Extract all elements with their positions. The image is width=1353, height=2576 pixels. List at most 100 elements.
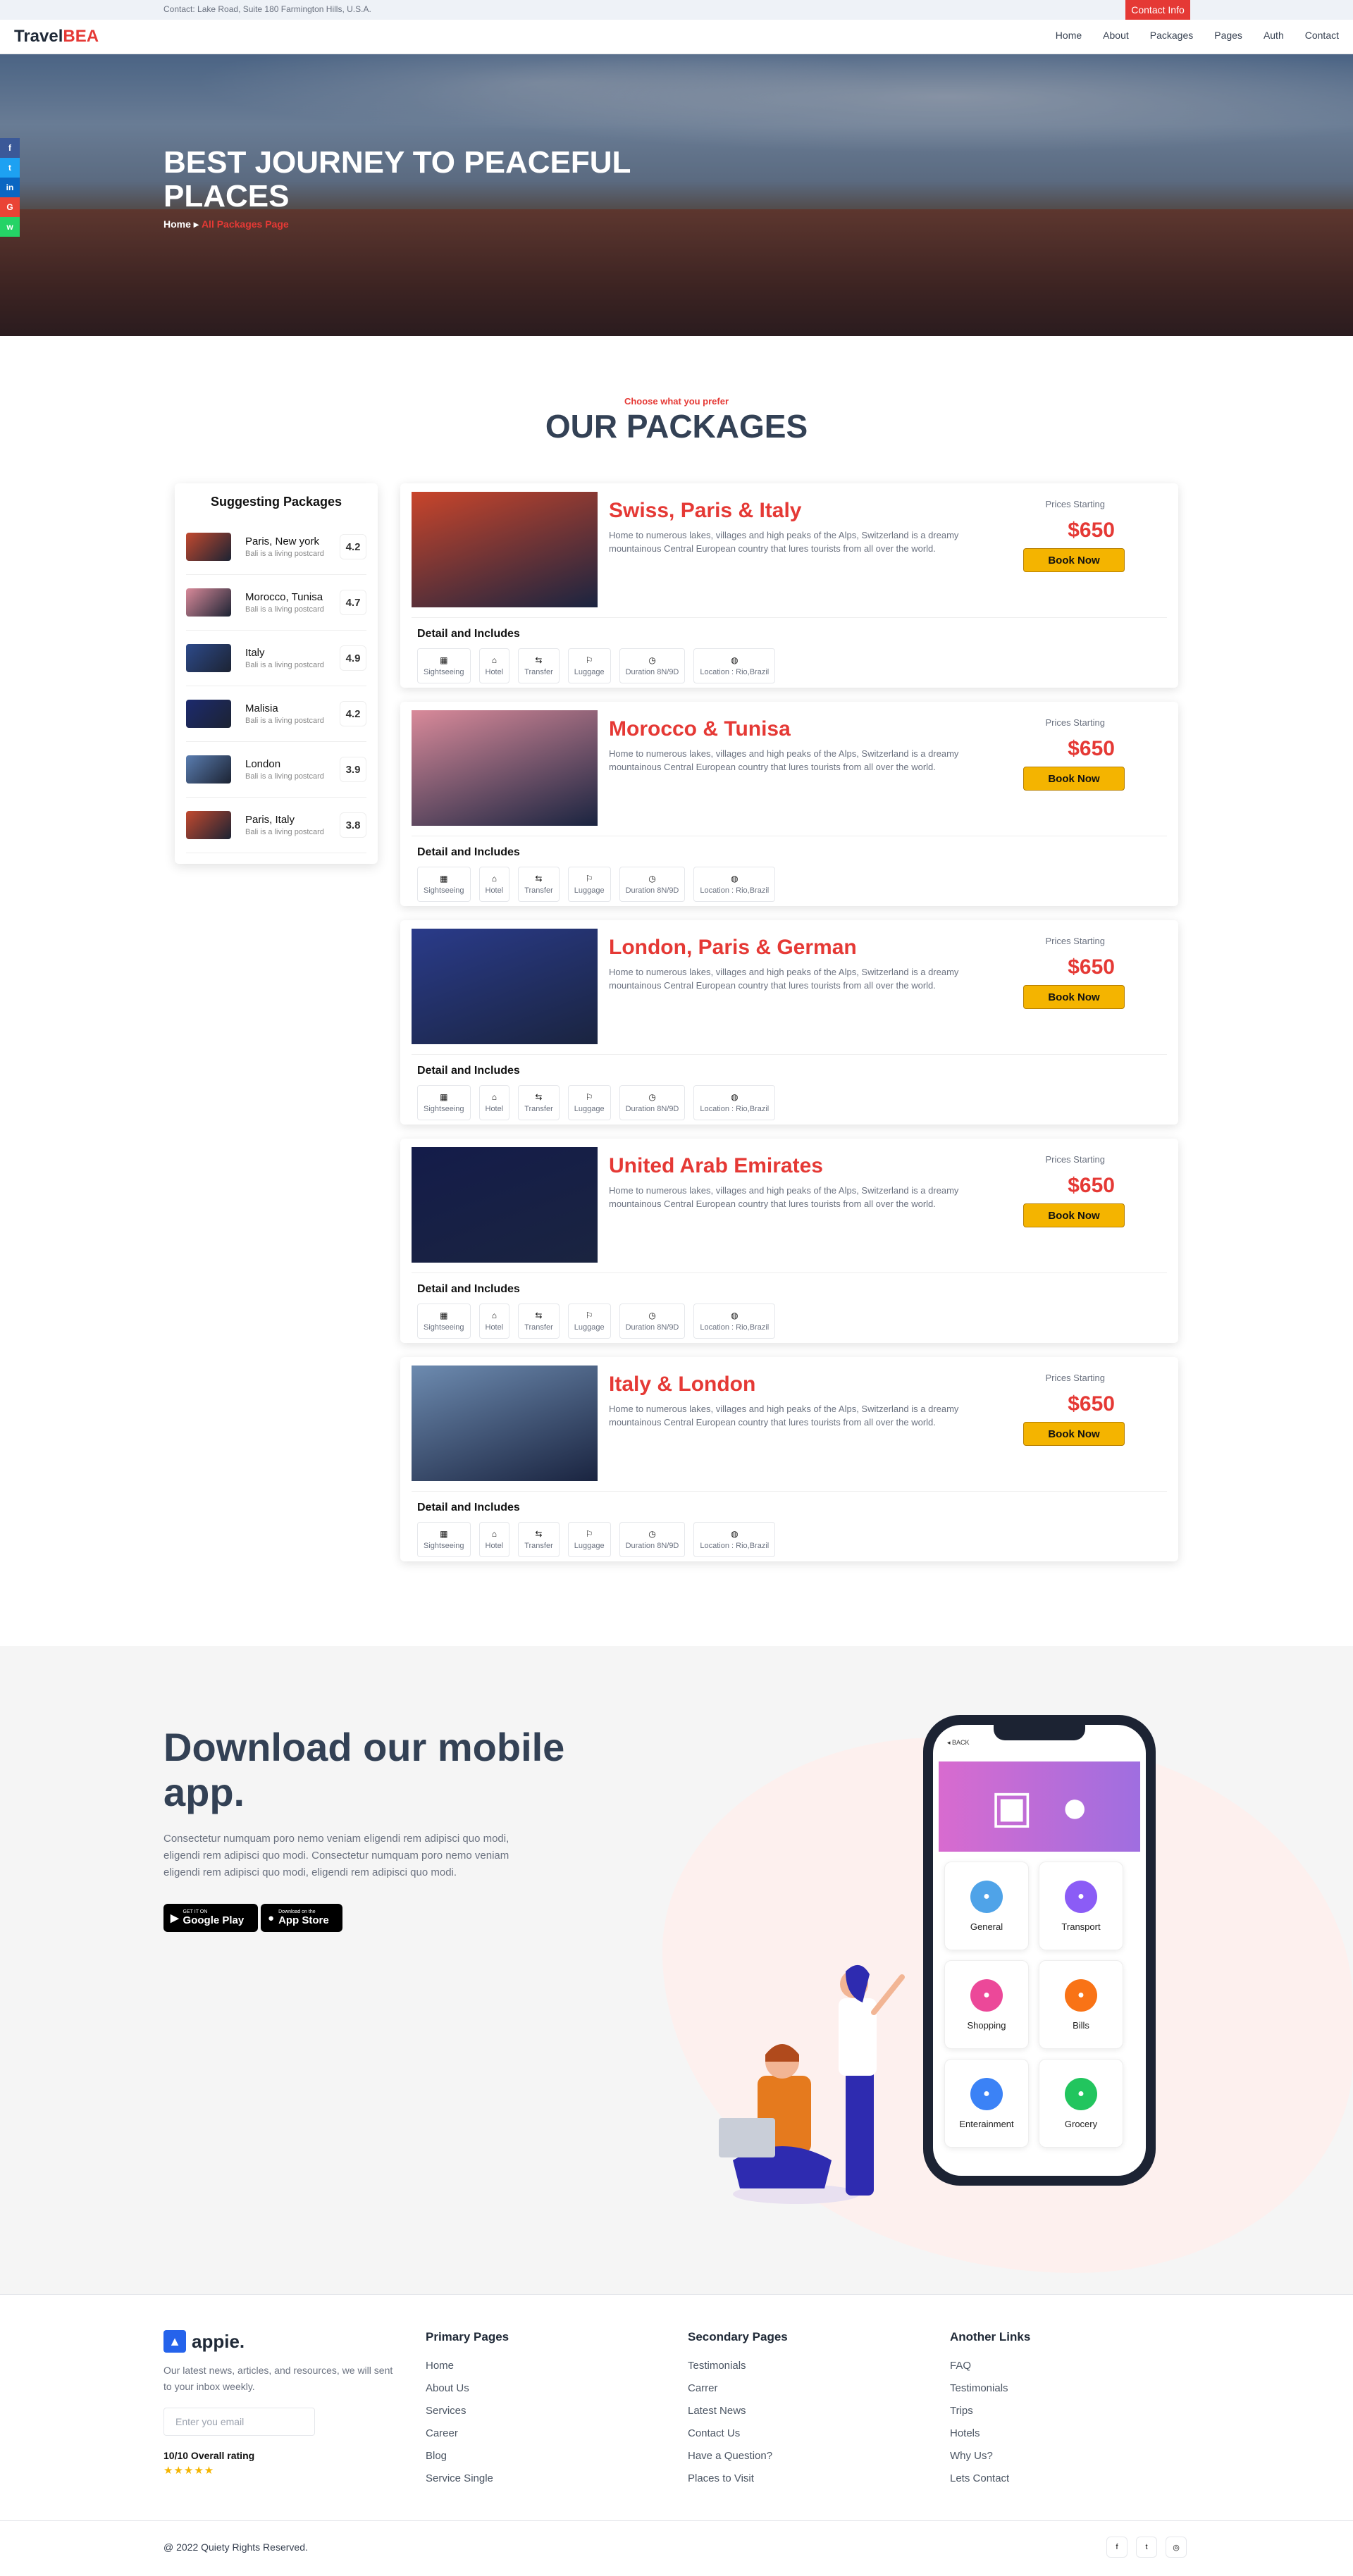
feature-label: Hotel [485, 1105, 504, 1113]
nav-contact[interactable]: Contact [1305, 30, 1339, 41]
price-label: Prices Starting [1045, 936, 1105, 946]
footer-link[interactable]: Latest News [688, 2405, 788, 2427]
sidebar-package-item[interactable]: Italy Bali is a living postcard 4.9 [186, 631, 366, 686]
package-name: Paris, New york [245, 535, 320, 547]
suggesting-packages-panel: Suggesting Packages Paris, New york Bali … [175, 483, 378, 864]
package-price: $650 [1068, 1392, 1115, 1416]
card-divider [412, 1491, 1167, 1492]
book-now-button[interactable]: Book Now [1023, 985, 1125, 1009]
book-now-button[interactable]: Book Now [1023, 1422, 1125, 1446]
feature-label: Hotel [485, 668, 504, 676]
footer-link[interactable]: Testimonials [950, 2382, 1030, 2405]
footer-link[interactable]: Contact Us [688, 2427, 788, 2450]
footer-link[interactable]: Services [426, 2405, 509, 2427]
phone-screen: ◂ BACK ▣ ● ● General ● Transport ● Shopping ● B… [933, 1725, 1146, 2176]
globe-icon: ◍ [731, 1092, 739, 1102]
footer-link[interactable]: Why Us? [950, 2450, 1030, 2472]
footer-logo[interactable]: ▲ appie. [163, 2330, 245, 2353]
general-icon: ● [970, 1880, 1003, 1913]
brand-logo[interactable]: TravelBEA [14, 27, 99, 47]
clock-icon: ◷ [648, 1092, 656, 1102]
package-title[interactable]: United Arab Emirates [609, 1154, 823, 1178]
package-price: $650 [1068, 1174, 1115, 1197]
app-tile-shopping[interactable]: ● Shopping [944, 1960, 1029, 2049]
sidebar-package-item[interactable]: Malisia Bali is a living postcard 4.2 [186, 686, 366, 742]
nav-home[interactable]: Home [1056, 30, 1082, 41]
app-store-button[interactable]: ● Download on the App Store [261, 1904, 342, 1932]
footer-link[interactable]: Places to Visit [688, 2472, 788, 2495]
app-tile-general[interactable]: ● General [944, 1862, 1029, 1950]
sidebar-package-item[interactable]: Paris, New york Bali is a living postcard… [186, 519, 366, 575]
footer-link[interactable]: Blog [426, 2450, 509, 2472]
package-title[interactable]: Morocco & Tunisa [609, 717, 791, 741]
book-now-button[interactable]: Book Now [1023, 767, 1125, 791]
facebook-icon[interactable]: f [1106, 2537, 1128, 2558]
feature-label: Transfer [524, 886, 553, 895]
app-tile-bills[interactable]: ● Bills [1039, 1960, 1123, 2049]
footer-link[interactable]: Testimonials [688, 2360, 788, 2382]
sidebar-package-item[interactable]: London Bali is a living postcard 3.9 [186, 742, 366, 798]
feature-sightseeing: ▦ Sightseeing [417, 1304, 471, 1339]
google-icon[interactable]: G [0, 197, 20, 217]
card-divider [412, 1272, 1167, 1273]
google-play-button[interactable]: ▶ GET IT ON Google Play [163, 1904, 258, 1932]
email-input[interactable]: Enter you email [163, 2408, 315, 2436]
feature-globe: ◍ Location : Rio,Brazil [693, 1085, 776, 1120]
nav-packages[interactable]: Packages [1150, 30, 1193, 41]
price-label: Prices Starting [1045, 717, 1105, 728]
footer-link[interactable]: Lets Contact [950, 2472, 1030, 2495]
footer-link[interactable]: Home [426, 2360, 509, 2382]
twitter-icon[interactable]: t [1136, 2537, 1157, 2558]
feature-transfer: ⇆ Transfer [518, 1522, 560, 1557]
sidebar-package-item[interactable]: Paris, Italy Bali is a living postcard 3.8 [186, 798, 366, 853]
nav-pages[interactable]: Pages [1214, 30, 1242, 41]
breadcrumb-home[interactable]: Home [163, 218, 191, 230]
feature-label: Luggage [574, 1542, 605, 1550]
sidebar-package-item[interactable]: Morocco, Tunisa Bali is a living postcard… [186, 575, 366, 631]
transfer-icon: ⇆ [535, 655, 543, 665]
feature-transfer: ⇆ Transfer [518, 1304, 560, 1339]
package-text: Paris, Italy Bali is a living postcard [245, 814, 324, 836]
sightseeing-icon: ▦ [440, 1092, 448, 1102]
feature-label: Transfer [524, 668, 553, 676]
footer-link[interactable]: About Us [426, 2382, 509, 2405]
feature-label: Location : Rio,Brazil [700, 886, 770, 895]
feature-sightseeing: ▦ Sightseeing [417, 648, 471, 683]
footer-link[interactable]: Hotels [950, 2427, 1030, 2450]
footer-link[interactable]: Carrer [688, 2382, 788, 2405]
luggage-icon: ⚐ [585, 1311, 593, 1320]
rating-stars: ★★★★★ [163, 2465, 215, 2477]
linkedin-icon[interactable]: in [0, 178, 20, 197]
whatsapp-icon[interactable]: w [0, 217, 20, 237]
app-tile-enterainment[interactable]: ● Enterainment [944, 2059, 1029, 2148]
package-name: Morocco, Tunisa [245, 591, 323, 603]
footer-link[interactable]: Have a Question? [688, 2450, 788, 2472]
phone-back-button[interactable]: ◂ BACK [947, 1739, 970, 1747]
luggage-icon: ⚐ [585, 1529, 593, 1539]
book-now-button[interactable]: Book Now [1023, 548, 1125, 572]
footer-link[interactable]: Career [426, 2427, 509, 2450]
feature-label: Luggage [574, 668, 605, 676]
app-tile-grocery[interactable]: ● Grocery [1039, 2059, 1123, 2148]
package-price: $650 [1068, 955, 1115, 979]
bills-icon: ● [1065, 1979, 1097, 2012]
footer-link[interactable]: Trips [950, 2405, 1030, 2427]
contact-info-button[interactable]: Contact Info [1125, 0, 1190, 20]
github-icon[interactable]: ◎ [1166, 2537, 1187, 2558]
package-description: Home to numerous lakes, villages and hig… [609, 1185, 959, 1209]
twitter-icon[interactable]: t [0, 158, 20, 178]
footer-link[interactable]: Service Single [426, 2472, 509, 2495]
package-title[interactable]: Italy & London [609, 1373, 755, 1397]
package-title[interactable]: Swiss, Paris & Italy [609, 499, 801, 523]
nav-about[interactable]: About [1103, 30, 1129, 41]
social-share-bar: f t in Gw [0, 138, 20, 237]
package-name: Malisia [245, 702, 278, 714]
package-title[interactable]: London, Paris & German [609, 936, 857, 960]
package-description: Home to numerous lakes, villages and hig… [609, 1404, 959, 1428]
app-tile-transport[interactable]: ● Transport [1039, 1862, 1123, 1950]
facebook-icon[interactable]: f [0, 138, 20, 158]
nav-auth[interactable]: Auth [1264, 30, 1284, 41]
book-now-button[interactable]: Book Now [1023, 1203, 1125, 1227]
footer-link[interactable]: FAQ [950, 2360, 1030, 2382]
package-rating: 4.2 [340, 701, 366, 726]
